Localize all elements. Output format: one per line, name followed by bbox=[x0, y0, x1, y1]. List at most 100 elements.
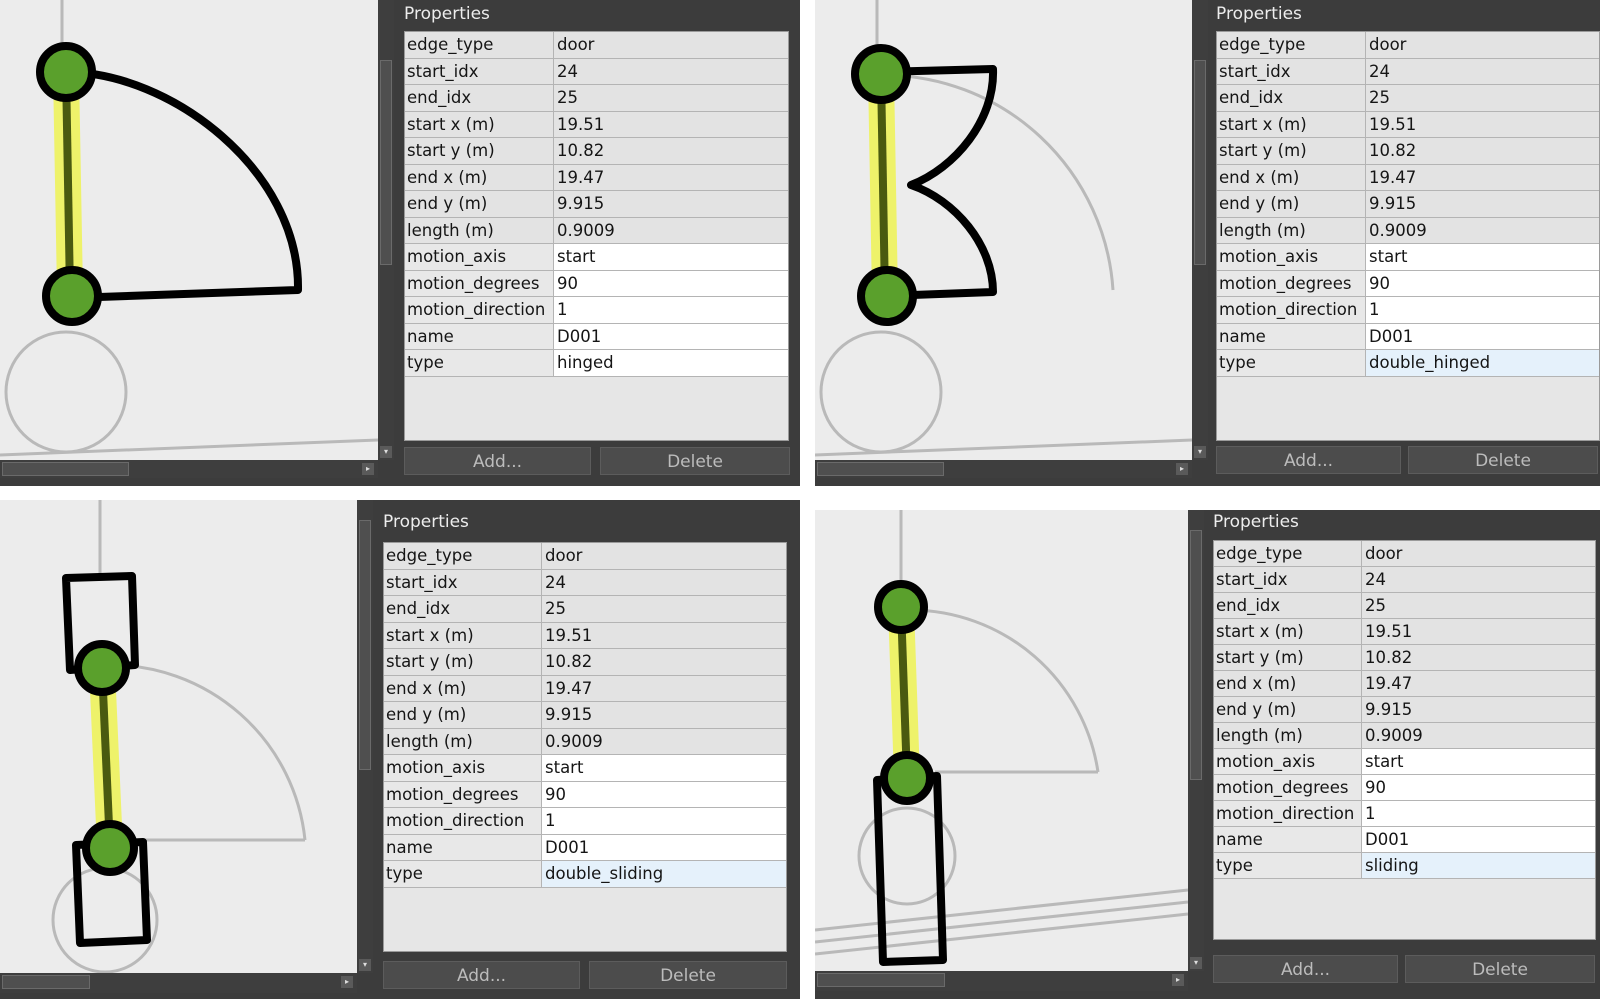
delete-property-button[interactable]: Delete bbox=[1405, 955, 1595, 983]
table-row[interactable]: motion_degrees 90 bbox=[384, 781, 786, 808]
map-canvas[interactable] bbox=[0, 500, 357, 973]
scroll-right-arrow-icon[interactable]: ▸ bbox=[341, 976, 353, 988]
property-value-field[interactable]: start bbox=[1366, 244, 1599, 270]
delete-property-button[interactable]: Delete bbox=[589, 961, 787, 989]
scrollbar-thumb[interactable] bbox=[380, 60, 392, 265]
property-value-field[interactable]: 1 bbox=[542, 808, 786, 834]
table-row[interactable]: start_idx 24 bbox=[1217, 58, 1599, 85]
table-row[interactable]: end_idx 25 bbox=[1214, 593, 1595, 619]
table-row[interactable]: start y (m) 10.82 bbox=[1214, 645, 1595, 671]
scroll-down-arrow-icon[interactable]: ▾ bbox=[380, 446, 392, 458]
map-canvas[interactable] bbox=[815, 510, 1188, 971]
scroll-down-arrow-icon[interactable]: ▾ bbox=[359, 959, 371, 971]
canvas-horizontal-scrollbar[interactable]: ▸ bbox=[0, 460, 378, 478]
property-value-field[interactable]: D001 bbox=[554, 323, 788, 349]
add-property-button[interactable]: Add... bbox=[1213, 955, 1398, 983]
table-row[interactable]: start x (m) 19.51 bbox=[384, 622, 786, 649]
map-canvas[interactable] bbox=[815, 0, 1192, 460]
table-row[interactable]: motion_degrees 90 bbox=[405, 270, 788, 297]
scroll-right-arrow-icon[interactable]: ▸ bbox=[1172, 974, 1184, 986]
table-row[interactable]: end x (m) 19.47 bbox=[1214, 671, 1595, 697]
table-row[interactable]: motion_direction 1 bbox=[405, 297, 788, 324]
table-row[interactable]: end_idx 25 bbox=[384, 596, 786, 623]
table-row[interactable]: type hinged bbox=[405, 350, 788, 377]
delete-property-button[interactable]: Delete bbox=[1408, 446, 1598, 474]
scrollbar-thumb[interactable] bbox=[2, 462, 129, 476]
table-row[interactable]: start y (m) 10.82 bbox=[405, 138, 788, 165]
vertex-handle[interactable] bbox=[857, 266, 917, 326]
scrollbar-thumb[interactable] bbox=[817, 973, 945, 987]
table-row[interactable]: type double_hinged bbox=[1217, 350, 1599, 377]
table-row[interactable]: end_idx 25 bbox=[1217, 85, 1599, 112]
table-row[interactable]: motion_axis start bbox=[384, 755, 786, 782]
canvas-horizontal-scrollbar[interactable]: ▸ bbox=[0, 973, 357, 993]
scrollbar-thumb[interactable] bbox=[2, 975, 90, 989]
property-value-field[interactable]: D001 bbox=[1362, 827, 1595, 852]
scroll-down-arrow-icon[interactable]: ▾ bbox=[1194, 446, 1206, 458]
add-property-button[interactable]: Add... bbox=[1216, 446, 1401, 474]
property-value-field[interactable]: 90 bbox=[554, 270, 788, 296]
table-row[interactable]: name D001 bbox=[384, 834, 786, 861]
table-row[interactable]: end_idx 25 bbox=[405, 85, 788, 112]
canvas-horizontal-scrollbar[interactable]: ▸ bbox=[815, 971, 1188, 991]
table-row[interactable]: motion_axis start bbox=[405, 244, 788, 271]
scroll-right-arrow-icon[interactable]: ▸ bbox=[1176, 463, 1188, 475]
scrollbar-thumb[interactable] bbox=[817, 462, 944, 476]
scrollbar-thumb[interactable] bbox=[359, 520, 371, 770]
property-value-field[interactable]: 1 bbox=[1366, 297, 1599, 323]
property-value-field[interactable]: start bbox=[542, 755, 786, 781]
property-value-field[interactable]: 90 bbox=[1362, 775, 1595, 800]
table-row[interactable]: length (m) 0.9009 bbox=[1214, 723, 1595, 749]
scroll-right-arrow-icon[interactable]: ▸ bbox=[362, 463, 374, 475]
table-row[interactable]: length (m) 0.9009 bbox=[405, 217, 788, 244]
property-value-field[interactable]: start bbox=[1362, 749, 1595, 774]
vertex-handle[interactable] bbox=[82, 820, 138, 876]
canvas-vertical-scrollbar[interactable]: ▾ bbox=[378, 0, 394, 460]
table-row[interactable]: length (m) 0.9009 bbox=[384, 728, 786, 755]
table-row[interactable]: end x (m) 19.47 bbox=[1217, 164, 1599, 191]
table-row[interactable]: motion_direction 1 bbox=[1214, 801, 1595, 827]
delete-property-button[interactable]: Delete bbox=[600, 447, 790, 475]
table-row[interactable]: start y (m) 10.82 bbox=[1217, 138, 1599, 165]
table-row[interactable]: edge_type door bbox=[1217, 32, 1599, 59]
table-row[interactable]: motion_axis start bbox=[1217, 244, 1599, 271]
table-row[interactable]: end y (m) 9.915 bbox=[1214, 697, 1595, 723]
vertex-handle[interactable] bbox=[874, 580, 928, 634]
table-row[interactable]: motion_degrees 90 bbox=[1217, 270, 1599, 297]
vertex-handle[interactable] bbox=[851, 44, 911, 104]
property-value-field[interactable]: start bbox=[554, 244, 788, 270]
table-row[interactable]: start y (m) 10.82 bbox=[384, 649, 786, 676]
property-value-field[interactable]: double_hinged bbox=[1366, 350, 1599, 376]
vertex-handle[interactable] bbox=[74, 640, 130, 696]
canvas-vertical-scrollbar[interactable]: ▾ bbox=[1188, 510, 1204, 971]
table-row[interactable]: length (m) 0.9009 bbox=[1217, 217, 1599, 244]
table-row[interactable]: start_idx 24 bbox=[405, 58, 788, 85]
vertex-handle[interactable] bbox=[36, 42, 96, 102]
table-row[interactable]: end x (m) 19.47 bbox=[405, 164, 788, 191]
table-row[interactable]: edge_type door bbox=[405, 32, 788, 59]
canvas-horizontal-scrollbar[interactable]: ▸ bbox=[815, 460, 1192, 478]
property-value-field[interactable]: D001 bbox=[1366, 323, 1599, 349]
property-value-field[interactable]: hinged bbox=[554, 350, 788, 376]
table-row[interactable]: motion_degrees 90 bbox=[1214, 775, 1595, 801]
table-row[interactable]: name D001 bbox=[1214, 827, 1595, 853]
table-row[interactable]: name D001 bbox=[1217, 323, 1599, 350]
table-row[interactable]: motion_direction 1 bbox=[384, 808, 786, 835]
property-value-field[interactable]: sliding bbox=[1362, 853, 1595, 878]
add-property-button[interactable]: Add... bbox=[404, 447, 591, 475]
table-row[interactable]: start x (m) 19.51 bbox=[1214, 619, 1595, 645]
table-row[interactable]: type sliding bbox=[1214, 853, 1595, 879]
table-row[interactable]: motion_axis start bbox=[1214, 749, 1595, 775]
table-row[interactable]: edge_type door bbox=[384, 543, 786, 570]
table-row[interactable]: start x (m) 19.51 bbox=[1217, 111, 1599, 138]
vertex-handle[interactable] bbox=[880, 751, 934, 805]
table-row[interactable]: start x (m) 19.51 bbox=[405, 111, 788, 138]
property-value-field[interactable]: D001 bbox=[542, 834, 786, 860]
map-canvas[interactable] bbox=[0, 0, 378, 460]
table-row[interactable]: start_idx 24 bbox=[1214, 567, 1595, 593]
table-row[interactable]: end x (m) 19.47 bbox=[384, 675, 786, 702]
property-value-field[interactable]: 90 bbox=[542, 781, 786, 807]
property-value-field[interactable]: 1 bbox=[1362, 801, 1595, 826]
property-value-field[interactable]: double_sliding bbox=[542, 861, 786, 887]
table-row[interactable]: type double_sliding bbox=[384, 861, 786, 888]
